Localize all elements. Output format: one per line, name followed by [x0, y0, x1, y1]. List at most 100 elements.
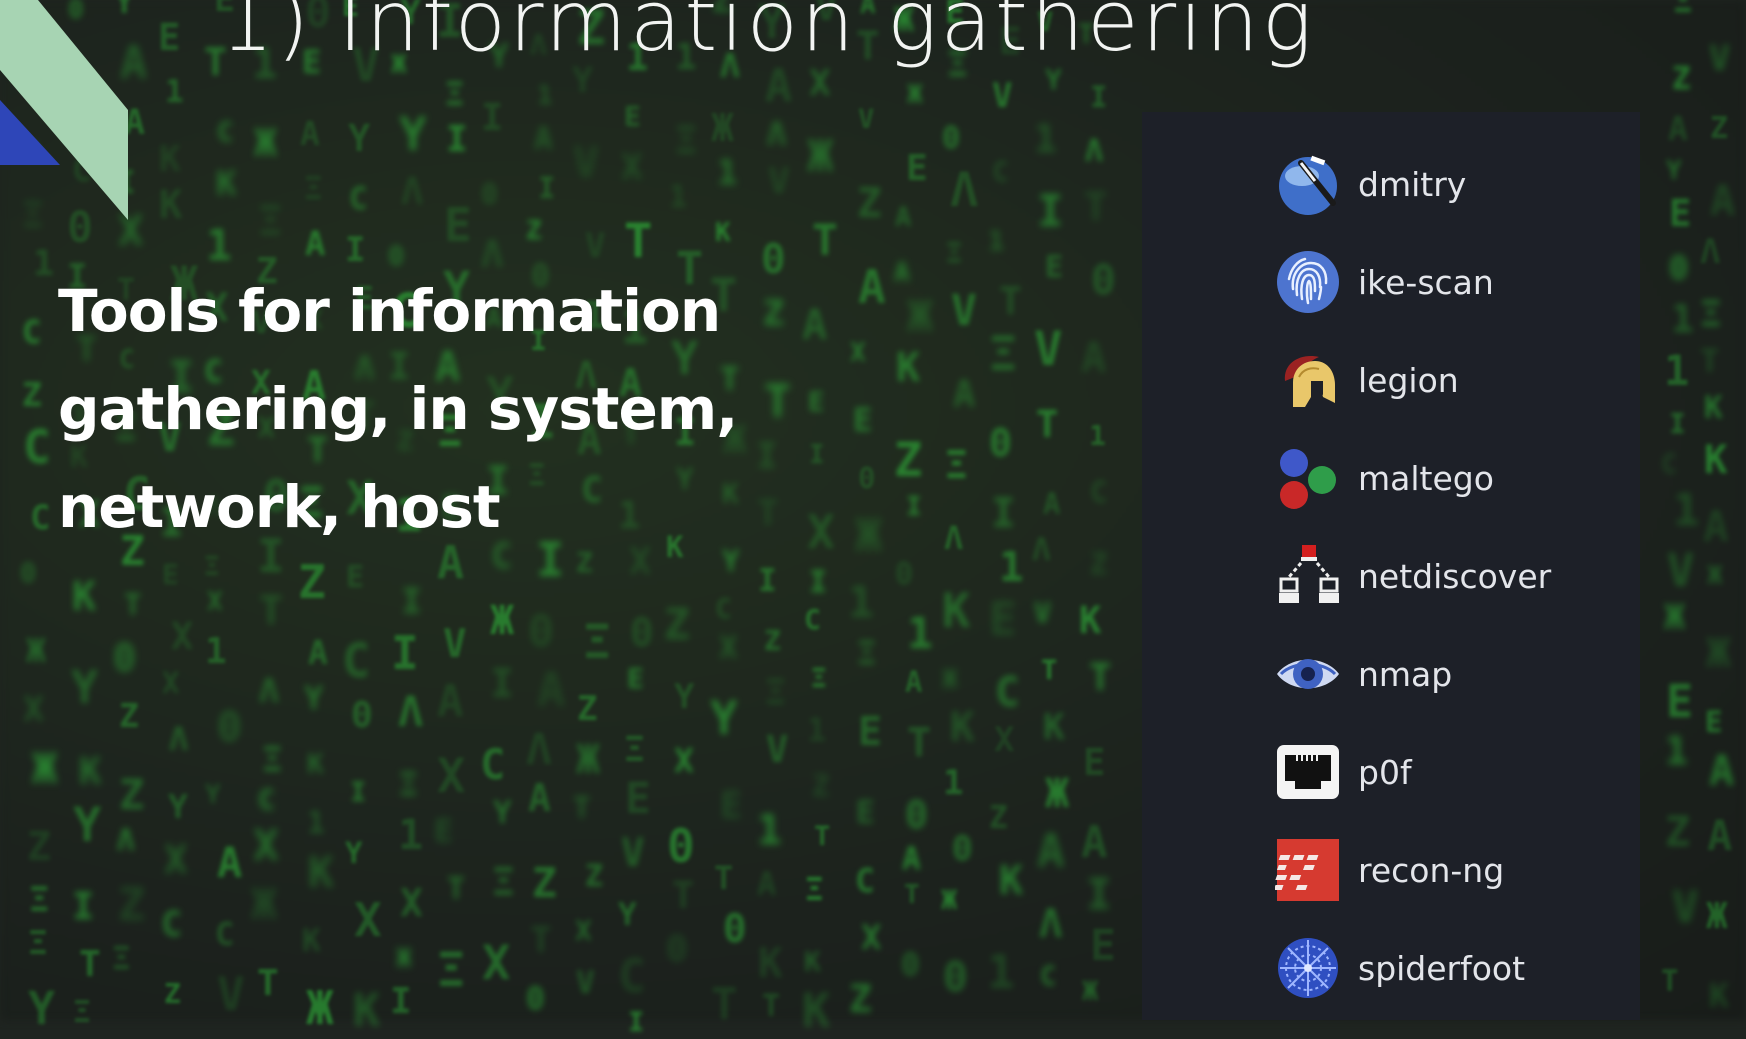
matrix-glyph: K	[307, 747, 324, 780]
matrix-glyph: Λ	[767, 115, 787, 153]
menu-item-p0f[interactable]: p0f	[1274, 736, 1614, 808]
matrix-glyph: Λ	[1700, 232, 1721, 272]
matrix-glyph: E	[1705, 705, 1723, 739]
slide-subtitle: Tools for information gathering, in syst…	[58, 277, 738, 541]
dmitry-icon	[1274, 150, 1342, 218]
matrix-glyph: 1	[1665, 729, 1688, 773]
menu-item-legion[interactable]: legion	[1274, 344, 1614, 416]
matrix-glyph: C	[161, 905, 183, 945]
matrix-glyph: Z	[526, 216, 542, 246]
matrix-glyph: Ж	[941, 885, 958, 916]
menu-item-maltego[interactable]: maltego	[1274, 442, 1614, 514]
matrix-glyph: 0	[666, 929, 688, 970]
matrix-glyph: T	[812, 216, 838, 266]
recon-ng-icon	[1274, 836, 1342, 904]
matrix-glyph: I	[991, 489, 1016, 537]
matrix-glyph: T	[624, 214, 653, 269]
matrix-glyph: C	[1040, 961, 1057, 992]
matrix-glyph: C	[1090, 475, 1108, 509]
menu-item-spiderfoot[interactable]: spiderfoot	[1274, 932, 1614, 1004]
matrix-glyph: A	[1707, 811, 1733, 860]
matrix-glyph: Ж	[1082, 976, 1099, 1007]
matrix-glyph: A	[894, 258, 910, 288]
matrix-glyph: C	[855, 861, 875, 900]
menu-item-label: p0f	[1358, 752, 1412, 792]
matrix-glyph: Ж	[1707, 561, 1723, 591]
matrix-glyph: I	[628, 1007, 645, 1038]
matrix-glyph: Ξ	[492, 860, 515, 904]
matrix-glyph: Z	[664, 600, 690, 650]
matrix-glyph: Λ	[259, 671, 279, 710]
matrix-glyph: Ξ	[811, 664, 827, 694]
matrix-glyph: I	[72, 885, 95, 928]
menu-item-nmap[interactable]: nmap	[1274, 638, 1614, 710]
matrix-glyph: A	[802, 300, 828, 349]
matrix-glyph: T	[124, 588, 142, 622]
matrix-glyph: 0	[761, 235, 786, 283]
matrix-glyph: T	[999, 279, 1022, 323]
matrix-glyph: Y	[304, 679, 324, 717]
matrix-glyph: 1	[669, 180, 688, 215]
matrix-glyph: T	[1084, 185, 1108, 230]
matrix-glyph: E	[627, 662, 644, 695]
matrix-glyph: Ξ	[262, 740, 283, 780]
matrix-glyph: Z	[27, 824, 52, 870]
matrix-glyph: E	[989, 592, 1017, 646]
matrix-glyph: Z	[577, 689, 598, 729]
menu-item-ike-scan[interactable]: ike-scan	[1274, 246, 1614, 318]
matrix-glyph: Ξ	[583, 615, 612, 670]
matrix-glyph: 1	[1664, 346, 1690, 395]
matrix-glyph: C	[217, 117, 234, 148]
matrix-glyph: K	[159, 183, 183, 228]
matrix-glyph: 0	[667, 819, 695, 873]
matrix-glyph: V	[1667, 544, 1695, 597]
matrix-glyph: E	[1666, 675, 1694, 728]
matrix-glyph: Y	[71, 661, 99, 714]
matrix-glyph: 1	[848, 578, 874, 628]
matrix-glyph: A	[437, 676, 464, 727]
matrix-glyph: Ж	[711, 106, 734, 150]
matrix-glyph: Ж	[306, 981, 334, 1035]
matrix-glyph: Ж	[254, 121, 277, 165]
menu-item-dmitry[interactable]: dmitry	[1274, 148, 1614, 220]
matrix-glyph: X	[23, 690, 45, 730]
matrix-glyph: T	[904, 880, 920, 910]
matrix-glyph: C	[1661, 449, 1678, 480]
matrix-glyph: A	[1668, 109, 1688, 148]
matrix-glyph: 1	[307, 806, 326, 841]
matrix-glyph: K	[950, 703, 975, 751]
matrix-glyph: Ξ	[304, 171, 323, 207]
matrix-glyph: 1	[1034, 117, 1057, 161]
matrix-glyph: 1	[1671, 297, 1694, 341]
matrix-glyph: C	[618, 949, 646, 1003]
matrix-glyph: K	[896, 345, 921, 391]
matrix-glyph: 1	[165, 74, 184, 110]
matrix-glyph: Ж	[32, 744, 58, 793]
matrix-glyph: I	[538, 171, 556, 205]
matrix-glyph: E	[158, 16, 181, 59]
matrix-glyph: 0	[989, 421, 1012, 465]
matrix-glyph: 0	[901, 947, 920, 983]
menu-item-netdiscover[interactable]: netdiscover	[1274, 540, 1614, 612]
menu-item-label: dmitry	[1358, 164, 1467, 204]
matrix-glyph: C	[480, 740, 506, 789]
matrix-glyph: V	[1034, 596, 1051, 629]
matrix-glyph: I	[401, 582, 423, 622]
matrix-glyph: E	[162, 558, 179, 591]
menu-item-label: recon-ng	[1358, 850, 1505, 890]
matrix-glyph: X	[164, 838, 188, 883]
matrix-glyph: X	[253, 821, 279, 871]
matrix-glyph: X	[482, 936, 511, 991]
matrix-glyph: 0	[723, 907, 747, 952]
menu-item-recon-ng[interactable]: recon-ng	[1274, 834, 1614, 906]
matrix-glyph: Ж	[576, 737, 601, 783]
matrix-glyph: A	[1081, 333, 1107, 382]
matrix-glyph: A	[902, 841, 921, 877]
matrix-glyph: 0	[217, 703, 242, 751]
matrix-glyph: T	[1041, 655, 1058, 686]
spiderfoot-icon	[1274, 934, 1342, 1002]
matrix-glyph: Λ	[526, 725, 552, 775]
matrix-glyph: Ξ	[28, 923, 48, 962]
matrix-glyph: V	[992, 76, 1013, 116]
matrix-glyph: 1	[1673, 485, 1700, 536]
